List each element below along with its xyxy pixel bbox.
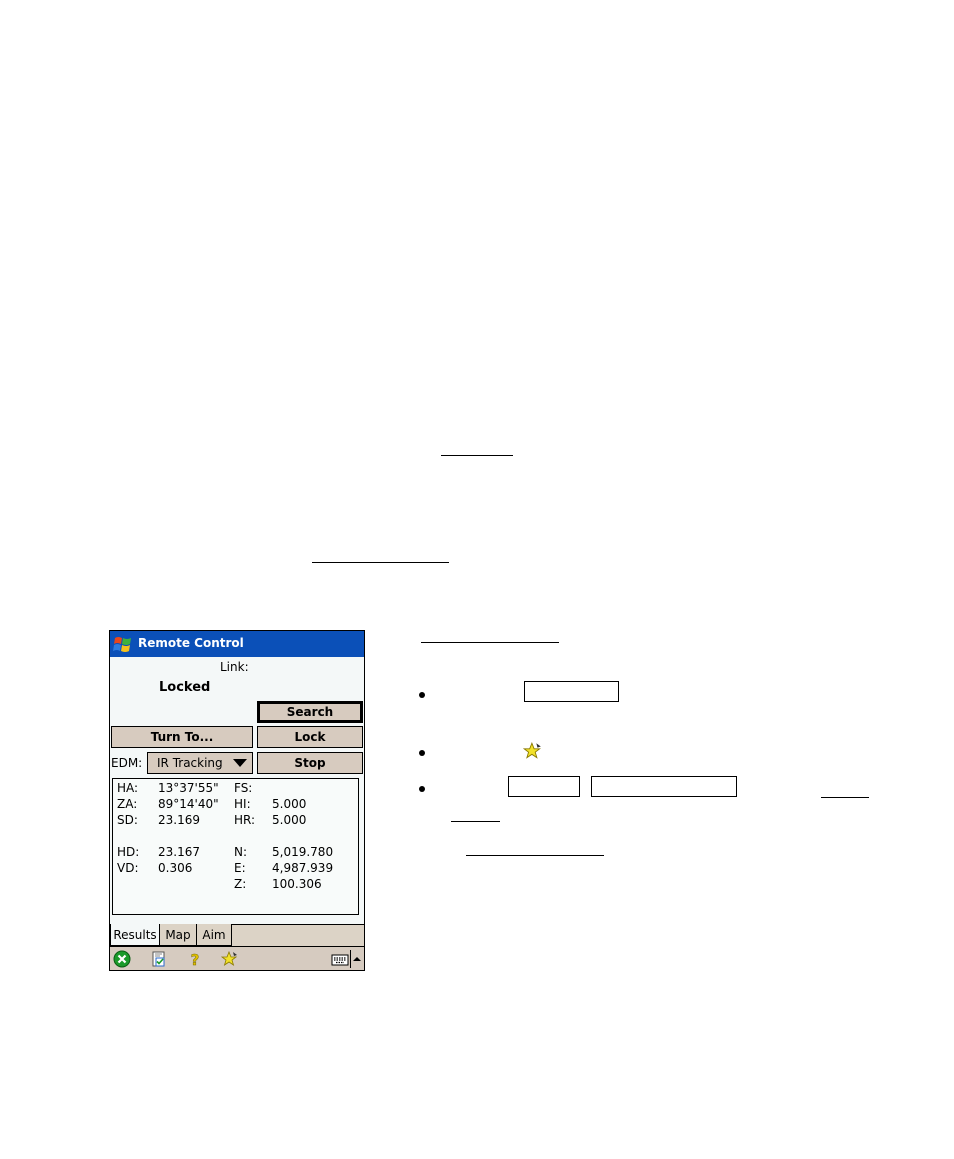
help-icon[interactable]: ? (186, 950, 204, 968)
tab-map[interactable]: Map (159, 924, 197, 946)
sd-label: SD: (117, 813, 138, 827)
title-bar: Remote Control (110, 631, 364, 657)
e-label: E: (234, 861, 246, 875)
tab-results[interactable]: Results (110, 924, 160, 946)
doc-underline-3 (421, 642, 559, 643)
fs-label: FS: (234, 781, 253, 795)
favorites-star-icon[interactable] (221, 950, 239, 968)
z-value: 100.306 (272, 877, 322, 891)
bullet-3 (419, 786, 425, 792)
keyboard-icon[interactable] (331, 950, 349, 968)
doc-underline-5 (451, 821, 500, 822)
favorites-star-icon (523, 742, 541, 759)
turn-to-button[interactable]: Turn To... (111, 726, 253, 748)
results-panel: HA: 13°37'55" ZA: 89°14'40" SD: 23.169 H… (112, 778, 359, 915)
dropdown-arrow-icon (233, 759, 247, 767)
stop-button[interactable]: Stop (257, 752, 363, 774)
tab-bar: Results Map Aim (110, 924, 364, 946)
svg-text:?: ? (191, 951, 200, 968)
search-button[interactable]: Search (257, 701, 363, 723)
doc-underline-4 (821, 797, 869, 798)
doc-underline-1 (441, 455, 513, 456)
link-label: Link: (220, 660, 249, 674)
hd-label: HD: (117, 845, 140, 859)
tab-aim[interactable]: Aim (196, 924, 232, 946)
edm-value: IR Tracking (157, 756, 223, 770)
hr-value: 5.000 (272, 813, 307, 827)
doc-button-outline-2 (508, 776, 580, 797)
ha-label: HA: (117, 781, 139, 795)
checklist-icon[interactable] (150, 950, 168, 968)
hi-value: 5.000 (272, 797, 307, 811)
sd-value: 23.169 (158, 813, 200, 827)
menu-bar: ? (110, 946, 364, 970)
status-label: Locked (159, 680, 211, 695)
hd-value: 23.167 (158, 845, 200, 859)
menubar-divider (350, 950, 351, 968)
hr-label: HR: (234, 813, 256, 827)
close-icon[interactable] (113, 950, 131, 968)
doc-underline-2 (312, 562, 449, 563)
windows-start-icon[interactable] (112, 633, 134, 655)
n-value: 5,019.780 (272, 845, 334, 859)
z-label: Z: (234, 877, 247, 891)
bullet-2 (419, 750, 425, 756)
edm-dropdown[interactable]: IR Tracking (147, 752, 253, 774)
vd-value: 0.306 (158, 861, 193, 875)
vd-label: VD: (117, 861, 139, 875)
window-title: Remote Control (138, 636, 244, 650)
lock-button[interactable]: Lock (257, 726, 363, 748)
za-value: 89°14'40" (158, 797, 219, 811)
n-label: N: (234, 845, 248, 859)
e-value: 4,987.939 (272, 861, 334, 875)
edm-label: EDM: (111, 756, 143, 770)
pda-screenshot: Remote Control Link: Locked Search Turn … (109, 630, 365, 971)
bullet-1 (419, 692, 425, 698)
up-arrow-icon[interactable] (352, 950, 362, 968)
doc-button-outline-3 (591, 776, 737, 797)
za-label: ZA: (117, 797, 138, 811)
ha-value: 13°37'55" (158, 781, 219, 795)
doc-underline-6 (466, 855, 604, 856)
hi-label: HI: (234, 797, 251, 811)
doc-button-outline-1 (524, 681, 619, 702)
